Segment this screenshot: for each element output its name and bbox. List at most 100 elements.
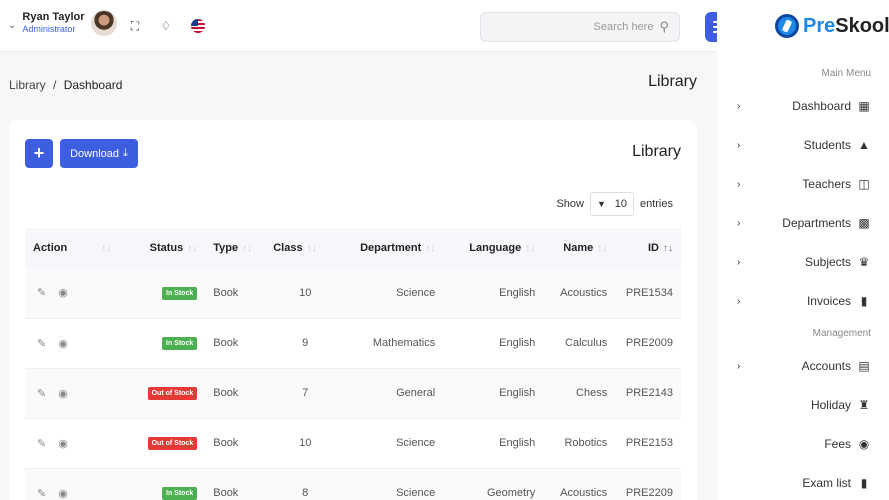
top-header: ⌄ Ryan Taylor Administrator ⛶ ♢ Search h… [0, 0, 731, 52]
logo-text-pre: Pre [803, 14, 836, 37]
clipboard-list-icon: ▮ [860, 476, 868, 490]
download-icon: ⤓ [123, 147, 128, 159]
table-header-row: Action ↑↓ Status ↑↓ Type ↑↓ Class ↑↓ Departm… [25, 228, 681, 268]
cell-class: 10 [265, 418, 346, 469]
bell-icon[interactable]: ♢ [157, 17, 175, 35]
library-card: + Download ⤓ Library Show ▼ 10 entries A… [9, 120, 697, 500]
sidebar: PreSkool Main Menu › Dashboard ▦ › Stude… [717, 0, 889, 500]
logo[interactable]: PreSkool [775, 14, 889, 38]
user-role: Administrator [22, 24, 76, 34]
view-icon[interactable]: ◉ [58, 437, 68, 450]
column-header-action[interactable]: Action ↑↓ [25, 228, 120, 268]
entries-control: Show ▼ 10 entries [556, 192, 673, 216]
card-title: Library [632, 143, 681, 160]
cell-class: 10 [265, 268, 346, 319]
chevron-right-icon: › [737, 100, 741, 112]
cell-department: Science [345, 468, 444, 500]
entries-value: 10 [614, 198, 627, 210]
clipboard-icon: ▮ [860, 294, 868, 308]
sidebar-item-holiday[interactable]: Holiday ♜ [717, 393, 889, 417]
avatar[interactable] [90, 10, 117, 36]
sidebar-item-subjects[interactable]: › Subjects ♛ [717, 250, 889, 274]
cell-class: 7 [265, 368, 346, 419]
column-header-status[interactable]: Status ↑↓ [119, 228, 206, 268]
search-placeholder: Search here [593, 21, 654, 33]
breadcrumb-parent[interactable]: Library [9, 78, 46, 92]
edit-icon[interactable]: ✎ [37, 337, 46, 350]
sidebar-item-exam-list[interactable]: Exam list ▮ [717, 471, 889, 495]
table-row: ✎ ◉ In Stock Book 8 Science Geometry Acou… [25, 468, 681, 500]
cell-name: Chess [543, 368, 616, 419]
chevron-right-icon: › [737, 295, 741, 307]
user-menu[interactable]: ⌄ Ryan Taylor Administrator [8, 10, 117, 36]
cell-id: PRE2009 [615, 318, 681, 369]
sidebar-item-label: Invoices [806, 294, 851, 308]
sidebar-item-students[interactable]: › Students ▲ [717, 133, 889, 157]
search-icon[interactable]: ⚲ [659, 19, 669, 35]
sidebar-item-departments[interactable]: › Departments ▩ [717, 211, 889, 235]
table-row: ✎ ◉ Out of Stock Book 7 General English C… [25, 368, 681, 419]
holiday-village-icon: ♜ [858, 398, 870, 412]
chevron-right-icon: › [737, 139, 741, 151]
sidebar-item-label: Students [803, 138, 851, 152]
cell-department: General [345, 368, 444, 419]
sidebar-item-label: Teachers [802, 177, 851, 191]
breadcrumb: Library / Dashboard [9, 78, 122, 92]
edit-icon[interactable]: ✎ [37, 387, 46, 400]
cell-type: Book [205, 318, 266, 369]
view-icon[interactable]: ◉ [58, 337, 68, 350]
sidebar-item-dashboard[interactable]: › Dashboard ▦ [717, 94, 889, 118]
column-header-department[interactable]: Department ↑↓ [345, 228, 444, 268]
view-icon[interactable]: ◉ [58, 487, 68, 500]
column-header-type[interactable]: Type ↑↓ [205, 228, 266, 268]
cell-type: Book [205, 368, 266, 419]
show-label: Show [556, 198, 584, 210]
sidebar-item-label: Holiday [810, 398, 851, 412]
chevron-right-icon: › [737, 256, 741, 268]
chevron-down-icon[interactable]: ⌄ [8, 20, 16, 31]
edit-icon[interactable]: ✎ [37, 487, 46, 500]
view-icon[interactable]: ◉ [58, 286, 68, 299]
sidebar-item-fees[interactable]: Fees ◉ [717, 432, 889, 456]
add-button[interactable]: + [25, 139, 53, 168]
fullscreen-icon[interactable]: ⛶ [126, 17, 144, 35]
column-header-language[interactable]: Language ↑↓ [443, 228, 544, 268]
cell-name: Acoustics [543, 268, 616, 319]
main-menu-title: Main Menu [821, 68, 871, 79]
download-button[interactable]: Download ⤓ [60, 139, 138, 168]
sidebar-item-label: Fees [824, 437, 851, 451]
flag-icon[interactable] [189, 17, 207, 35]
cell-class: 8 [265, 468, 346, 500]
chevron-right-icon: › [737, 217, 741, 229]
sidebar-item-invoices[interactable]: › Invoices ▮ [717, 289, 889, 313]
cell-name: Robotics [543, 418, 616, 469]
sidebar-item-teachers[interactable]: › Teachers ◫ [717, 172, 889, 196]
cell-type: Book [205, 418, 266, 469]
cell-department: Science [345, 268, 444, 319]
sidebar-item-label: Departments [782, 216, 851, 230]
cell-language: English [443, 318, 544, 369]
table-row: ✎ ◉ Out of Stock Book 10 Science English … [25, 418, 681, 469]
edit-icon[interactable]: ✎ [37, 437, 46, 450]
cell-id: PRE2209 [615, 468, 681, 500]
sidebar-item-label: Subjects [804, 255, 851, 269]
chevron-right-icon: › [737, 360, 741, 372]
column-header-id[interactable]: ID ↑↓ [615, 228, 681, 268]
user-names: Ryan Taylor Administrator [22, 11, 84, 35]
grid-icon: ▦ [858, 99, 870, 113]
entries-select[interactable]: ▼ 10 [589, 192, 634, 216]
sidebar-item-accounts[interactable]: › Accounts ▤ [717, 354, 889, 378]
cell-class: 9 [265, 318, 346, 369]
status-badge: In Stock [162, 487, 198, 500]
download-label: Download [70, 147, 120, 160]
edit-icon[interactable]: ✎ [37, 286, 46, 299]
chevron-down-icon: ▼ [596, 199, 606, 209]
library-table: Action ↑↓ Status ↑↓ Type ↑↓ Class ↑↓ Departm… [25, 228, 681, 500]
search-input[interactable]: Search here ⚲ [480, 12, 680, 42]
column-header-class[interactable]: Class ↑↓ [265, 228, 346, 268]
status-badge: Out of Stock [147, 437, 198, 450]
management-title: Management [812, 328, 871, 339]
table-row: ✎ ◉ In Stock Book 9 Mathematics English C… [25, 318, 681, 369]
view-icon[interactable]: ◉ [58, 387, 68, 400]
column-header-name[interactable]: Name ↑↓ [543, 228, 616, 268]
